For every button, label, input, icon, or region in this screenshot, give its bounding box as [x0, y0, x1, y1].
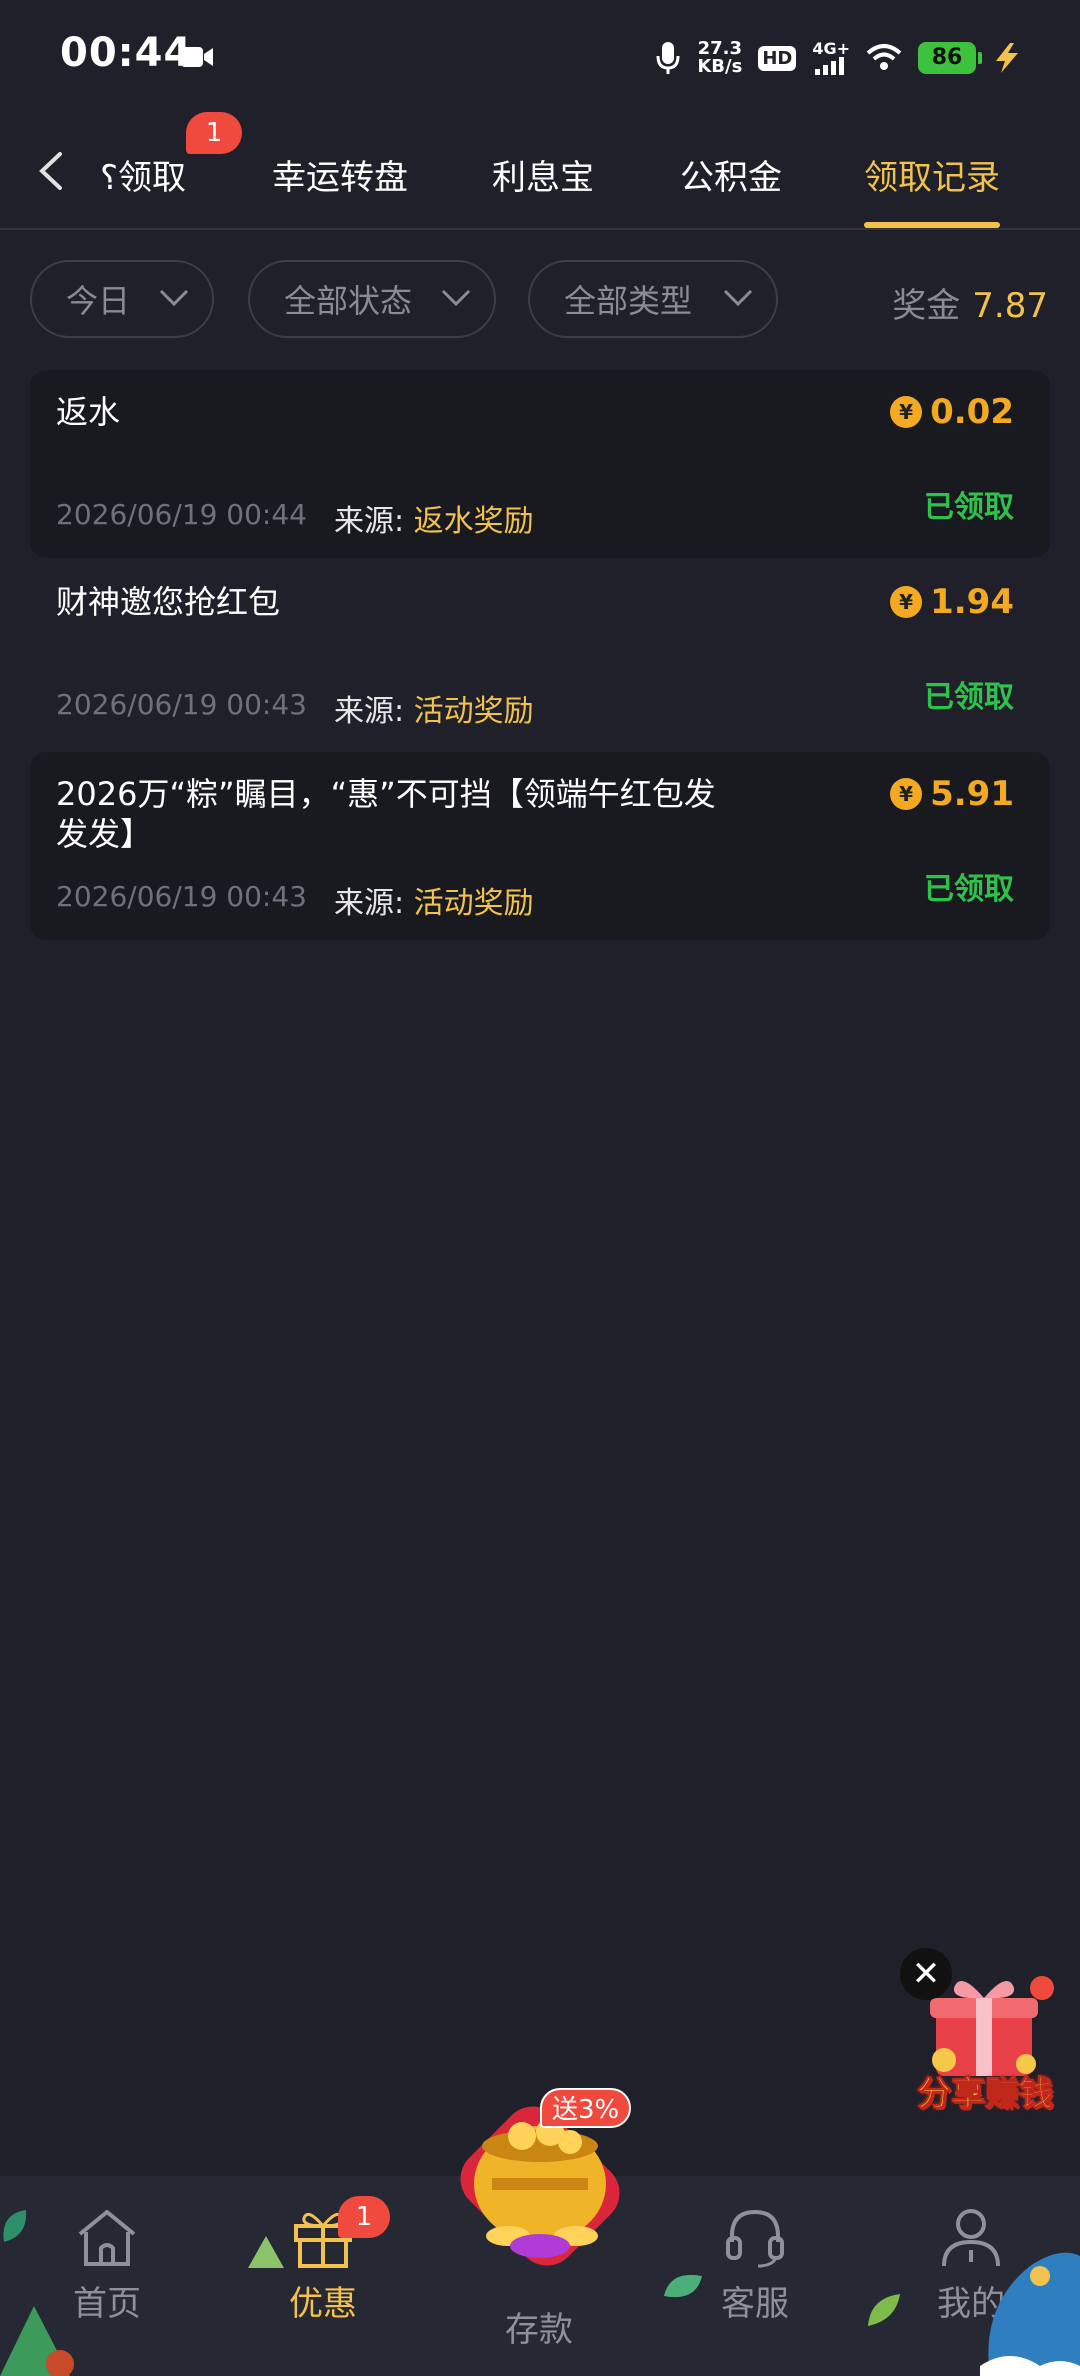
- source-value: 活动奖励: [413, 694, 534, 729]
- record-status: 已领取: [924, 872, 1014, 907]
- source-label: 来源:: [334, 886, 405, 921]
- chevron-down-icon: [723, 289, 753, 307]
- charging-icon: [996, 43, 1018, 73]
- record-status: 已领取: [924, 490, 1014, 525]
- leaf-decoration-icon: [868, 2294, 900, 2326]
- notification-badge: 1: [338, 2196, 390, 2238]
- bonus-label: 奖金: [892, 286, 961, 326]
- record-title: 2026万“粽”瞩目，“惠”不可挡【领端午红包发发发】: [56, 775, 716, 853]
- status-bar: 00:44 27.3 KB/s HD 4G+ 86: [0, 0, 1080, 116]
- record-amount-value: 5.91: [930, 774, 1014, 814]
- deposit-bonus-badge: 送3%: [540, 2088, 632, 2128]
- record-status: 已领取: [924, 680, 1014, 715]
- record-amount-value: 1.94: [930, 582, 1014, 622]
- source-value: 活动奖励: [413, 886, 534, 921]
- tab-lucky-wheel[interactable]: 幸运转盘: [272, 150, 408, 199]
- share-earn-label: 分享赚钱: [917, 2074, 1054, 2115]
- home-icon: [78, 2210, 136, 2266]
- source-value: 返水奖励: [413, 504, 534, 539]
- record-date: 2026/06/19 00:43: [56, 880, 307, 913]
- wifi-icon: [866, 44, 902, 70]
- nav-promotions-label: 优惠: [289, 2284, 357, 2324]
- record-item[interactable]: 返水 ¥ 0.02 2026/06/19 00:44 来源: 返水奖励 已领取: [30, 370, 1050, 558]
- signal-bars-icon: [815, 57, 845, 75]
- record-item[interactable]: 2026万“粽”瞩目，“惠”不可挡【领端午红包发发发】 ¥ 5.91 2026/…: [30, 752, 1050, 940]
- zongzi-decoration-icon: [0, 2306, 74, 2376]
- bonus-total: 奖金 7.87: [892, 278, 1048, 327]
- back-arrow-icon[interactable]: [30, 146, 74, 196]
- dragon-decoration-icon: [980, 2252, 1080, 2376]
- source-label: 来源:: [334, 504, 405, 539]
- notification-badge: 1: [186, 112, 242, 154]
- filter-row: 今日 全部状态 全部类型 奖金 7.87: [0, 260, 1080, 340]
- tab-interest[interactable]: 利息宝: [492, 150, 594, 199]
- record-amount: ¥ 0.02: [890, 392, 1014, 432]
- status-icons: 27.3 KB/s HD 4G+ 86: [655, 34, 1022, 82]
- record-source: 来源: 返水奖励: [334, 496, 534, 540]
- record-item[interactable]: 财神邀您抢红包 ¥ 1.94 2026/06/19 00:43 来源: 活动奖励…: [30, 560, 1050, 748]
- record-title: 财神邀您抢红包: [56, 583, 281, 621]
- tab-bar: ⸮领取 1 幸运转盘 利息宝 公积金 领取记录: [0, 112, 1080, 230]
- video-camera-icon: [181, 47, 213, 67]
- tab-claim-records[interactable]: 领取记录: [864, 150, 1000, 199]
- network-speed: 27.3 KB/s: [697, 40, 742, 76]
- share-promo-widget[interactable]: ✕ 分享赚钱: [900, 1940, 1070, 2120]
- record-amount: ¥ 5.91: [890, 774, 1014, 814]
- yuan-coin-icon: ¥: [890, 396, 923, 428]
- type-filter[interactable]: 全部类型: [528, 260, 778, 338]
- record-source: 来源: 活动奖励: [334, 686, 534, 730]
- tab-provident-fund[interactable]: 公积金: [680, 150, 782, 199]
- network-type: 4G+: [812, 39, 850, 58]
- chevron-down-icon: [159, 289, 189, 307]
- tab-pending[interactable]: ⸮领取 1: [100, 112, 242, 199]
- close-button[interactable]: ✕: [900, 1948, 952, 2000]
- yuan-coin-icon: ¥: [890, 586, 923, 618]
- battery-indicator: 86: [918, 42, 982, 74]
- record-source: 来源: 活动奖励: [334, 878, 534, 922]
- type-filter-label: 全部类型: [564, 282, 693, 320]
- bonus-amount: 7.87: [972, 286, 1048, 326]
- nav-deposit-label: 存款: [505, 2310, 573, 2350]
- chevron-down-icon: [441, 289, 471, 307]
- hd-badge: HD: [758, 45, 797, 71]
- leaf-decoration-icon: [664, 2274, 702, 2298]
- date-filter[interactable]: 今日: [30, 260, 214, 338]
- record-date: 2026/06/19 00:44: [56, 498, 307, 531]
- microphone-icon: [656, 42, 680, 74]
- headset-icon: [726, 2209, 784, 2268]
- active-tab-indicator: [864, 222, 1000, 228]
- status-filter-label: 全部状态: [284, 282, 413, 320]
- tab-label: ⸮领取: [100, 158, 187, 198]
- record-title: 返水: [56, 393, 121, 431]
- record-amount: ¥ 1.94: [890, 582, 1014, 622]
- record-date: 2026/06/19 00:43: [56, 688, 307, 721]
- speed-unit: KB/s: [697, 56, 743, 77]
- date-filter-label: 今日: [66, 282, 131, 320]
- record-amount-value: 0.02: [930, 392, 1014, 432]
- leaf-decoration-icon: [3, 2210, 27, 2242]
- yuan-coin-icon: ¥: [890, 778, 923, 810]
- status-time: 00:44: [60, 30, 193, 76]
- source-label: 来源:: [334, 694, 405, 729]
- zongzi-decoration-icon: [248, 2236, 284, 2268]
- cellular-signal: 4G+: [812, 41, 850, 75]
- status-filter[interactable]: 全部状态: [248, 260, 496, 338]
- nav-deposit[interactable]: 存款: [464, 2302, 614, 2351]
